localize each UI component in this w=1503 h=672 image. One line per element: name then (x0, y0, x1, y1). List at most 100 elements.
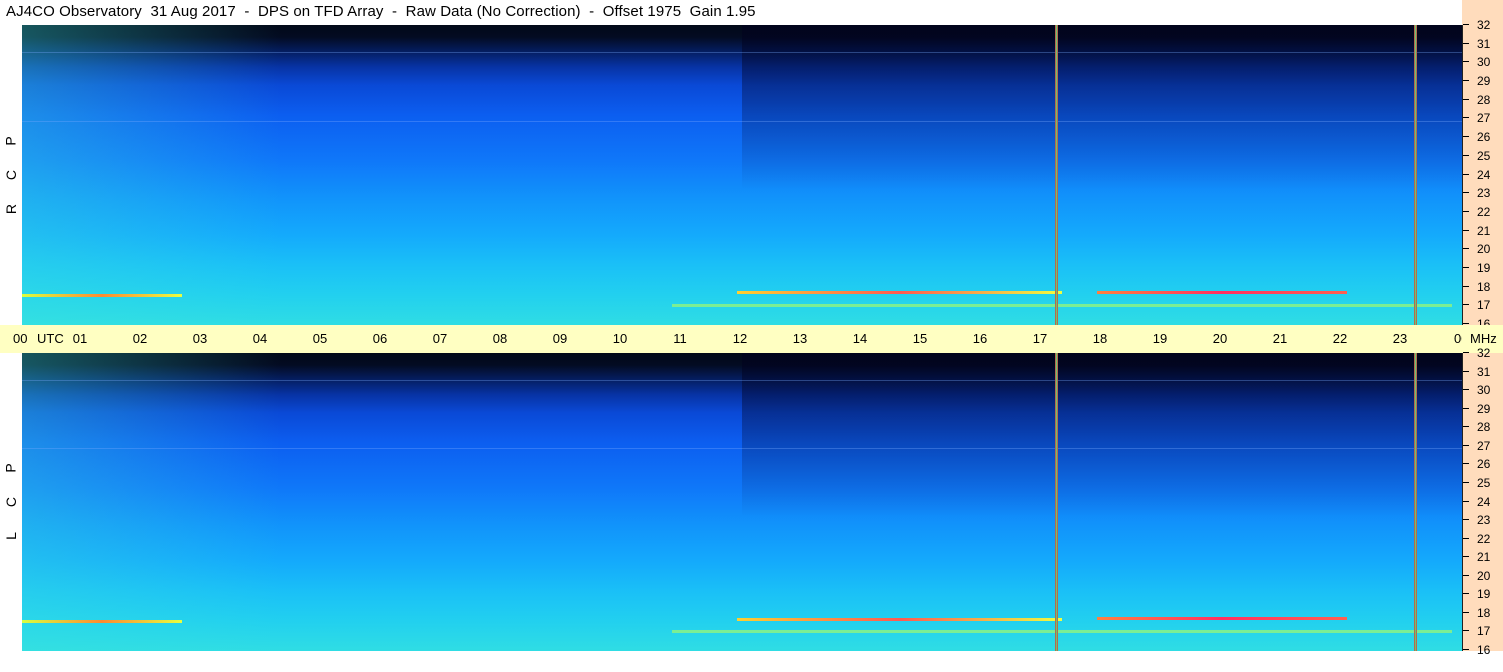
mhz-tick: 20 (1463, 242, 1503, 256)
spectrogram-line (22, 380, 1462, 381)
mhz-tick: 26 (1463, 457, 1503, 471)
tick-mark (1463, 248, 1469, 249)
mhz-tick-label: 31 (1477, 365, 1491, 379)
time-label-hour: 20 (1212, 331, 1228, 346)
mhz-tick-label: 22 (1477, 205, 1491, 219)
mhz-tick: 29 (1463, 74, 1503, 88)
emission-band (737, 618, 1062, 621)
mhz-tick-label: 28 (1477, 93, 1491, 107)
tick-mark (1463, 192, 1469, 193)
tick-mark (1463, 630, 1469, 631)
rcp-spectrogram (22, 25, 1462, 325)
emission-band (672, 304, 1452, 307)
tick-mark (1463, 117, 1469, 118)
mhz-tick-label: 16 (1477, 643, 1491, 657)
mhz-tick-label: 24 (1477, 495, 1491, 509)
tick-mark (1463, 155, 1469, 156)
mhz-tick-label: 18 (1477, 606, 1491, 620)
time-label-hour: 10 (612, 331, 628, 346)
mhz-tick: 27 (1463, 111, 1503, 125)
time-label-hour: 07 (432, 331, 448, 346)
mhz-tick: 27 (1463, 439, 1503, 453)
tick-mark (1463, 445, 1469, 446)
tick-mark (1463, 174, 1469, 175)
mhz-tick: 24 (1463, 168, 1503, 182)
mhz-tick: 28 (1463, 420, 1503, 434)
time-marker-line (1414, 353, 1417, 651)
tick-mark (1463, 61, 1469, 62)
tick-mark (1463, 612, 1469, 613)
tick-mark (1463, 649, 1469, 650)
time-label-start: 00 (13, 331, 28, 346)
tick-mark (1463, 408, 1469, 409)
spectrogram-shading (22, 25, 282, 325)
mhz-tick: 30 (1463, 383, 1503, 397)
spectrogram-shading (22, 353, 282, 651)
spectrogram-shading (742, 25, 1462, 190)
mhz-tick: 21 (1463, 224, 1503, 238)
tick-mark (1463, 136, 1469, 137)
mhz-tick: 31 (1463, 365, 1503, 379)
time-label-hour: 03 (192, 331, 208, 346)
time-label-hour: 13 (792, 331, 808, 346)
time-label-hour: 04 (252, 331, 268, 346)
mhz-tick: 18 (1463, 606, 1503, 620)
mhz-axis-top: 32 31 30 29 28 27 26 25 24 23 22 21 20 19 18 17 16 (1462, 18, 1503, 331)
mhz-tick-label: 20 (1477, 242, 1491, 256)
spectrogram-shading (742, 353, 1462, 517)
time-marker-line (1055, 353, 1058, 651)
time-label-hour: 18 (1092, 331, 1108, 346)
tick-mark (1463, 304, 1469, 305)
mhz-tick: 24 (1463, 495, 1503, 509)
rcp-label: P C R (0, 25, 22, 325)
emission-band (672, 630, 1452, 633)
mhz-tick-label: 31 (1477, 37, 1491, 51)
time-label-hour: 15 (912, 331, 928, 346)
window-title: AJ4CO Observatory 31 Aug 2017 - DPS on T… (6, 3, 756, 20)
tick-mark (1463, 230, 1469, 231)
spectrogram-line (22, 121, 1462, 122)
mhz-tick-label: 21 (1477, 224, 1491, 238)
tick-mark (1463, 43, 1469, 44)
mhz-tick: 20 (1463, 569, 1503, 583)
tick-mark (1463, 593, 1469, 594)
mhz-tick: 32 (1463, 18, 1503, 32)
tick-mark (1463, 286, 1469, 287)
emission-band (1097, 617, 1347, 620)
time-label-hour: 05 (312, 331, 328, 346)
tick-mark (1463, 211, 1469, 212)
mhz-tick: 22 (1463, 205, 1503, 219)
time-label-hour: 19 (1152, 331, 1168, 346)
tick-mark (1463, 482, 1469, 483)
mhz-tick-label: 17 (1477, 298, 1491, 312)
time-label-hour: 22 (1332, 331, 1348, 346)
mhz-tick: 17 (1463, 624, 1503, 638)
mhz-tick: 22 (1463, 532, 1503, 546)
tick-mark (1463, 371, 1469, 372)
mhz-tick-label: 18 (1477, 280, 1491, 294)
mhz-tick-label: 28 (1477, 420, 1491, 434)
time-label-hour: 23 (1392, 331, 1408, 346)
mhz-tick-label: 30 (1477, 55, 1491, 69)
lcp-label: P C L (0, 353, 22, 651)
mhz-tick: 29 (1463, 402, 1503, 416)
emission-band (22, 294, 182, 297)
emission-band (1097, 291, 1347, 294)
mhz-tick-label: 21 (1477, 550, 1491, 564)
tick-mark (1463, 267, 1469, 268)
mhz-tick: 26 (1463, 130, 1503, 144)
mhz-tick: 23 (1463, 186, 1503, 200)
mhz-tick-label: 32 (1477, 18, 1491, 32)
spectrogram-line (22, 448, 1462, 449)
mhz-tick-label: 32 (1477, 346, 1491, 360)
tick-mark (1463, 575, 1469, 576)
tick-mark (1463, 389, 1469, 390)
mhz-tick: 19 (1463, 587, 1503, 601)
mhz-tick-label: 20 (1477, 569, 1491, 583)
time-label-hour: 01 (72, 331, 88, 346)
mhz-tick-label: 22 (1477, 532, 1491, 546)
tick-mark (1463, 323, 1469, 324)
tick-mark (1463, 519, 1469, 520)
mhz-tick: 32 (1463, 346, 1503, 360)
mhz-tick: 28 (1463, 93, 1503, 107)
